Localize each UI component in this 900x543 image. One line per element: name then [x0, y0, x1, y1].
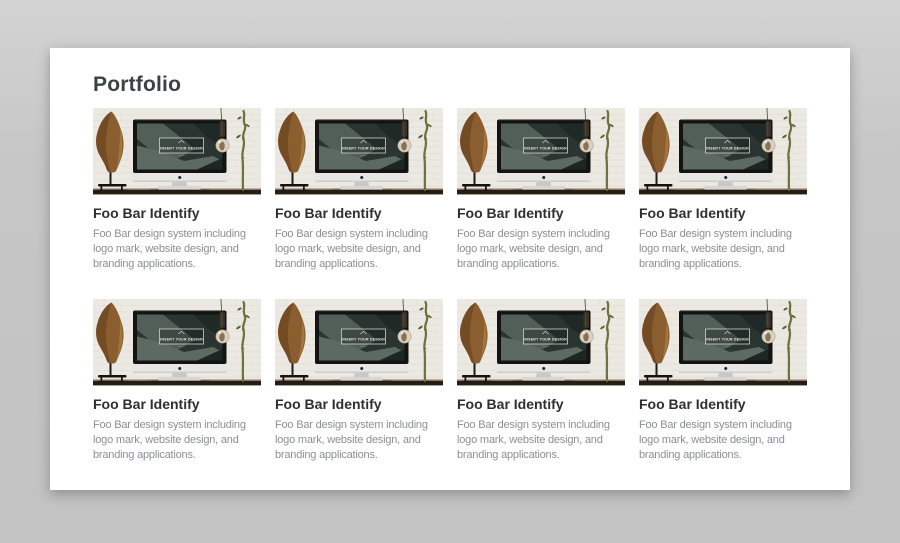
mockup-screen-text: INSERT YOUR DESIGN	[342, 146, 385, 150]
portfolio-item-title: Foo Bar Identify	[457, 395, 625, 413]
imac-chin	[497, 364, 591, 373]
apple-logo-icon	[724, 176, 727, 179]
imac-chin	[315, 173, 409, 182]
portfolio-thumbnail[interactable]: INSERT YOUR DESIGN	[457, 108, 625, 195]
portfolio-item-title: Foo Bar Identify	[275, 395, 443, 413]
screen-text-frame: INSERT YOUR DESIGN	[160, 138, 204, 156]
screen-text-frame: INSERT YOUR DESIGN	[706, 138, 750, 156]
portfolio-card[interactable]: INSERT YOUR DESIGN	[639, 108, 807, 272]
portfolio-item-title: Foo Bar Identify	[275, 204, 443, 222]
imac-computer: INSERT YOUR DESIGN	[315, 311, 409, 383]
apple-logo-icon	[360, 367, 363, 370]
portfolio-thumbnail[interactable]: INSERT YOUR DESIGN	[457, 299, 625, 386]
imac-desk-mockup-image: INSERT YOUR DESIGN	[639, 108, 807, 195]
portfolio-item-description: Foo Bar design system including logo mar…	[457, 418, 625, 463]
imac-computer: INSERT YOUR DESIGN	[679, 120, 773, 192]
apple-logo-icon	[178, 176, 181, 179]
portfolio-grid: INSERT YOUR DESIGN	[93, 108, 807, 463]
imac-computer: INSERT YOUR DESIGN	[679, 311, 773, 383]
apple-logo-icon	[542, 176, 545, 179]
portfolio-item-title: Foo Bar Identify	[93, 204, 261, 222]
screen-text-frame: INSERT YOUR DESIGN	[160, 329, 204, 347]
screen-text-frame: INSERT YOUR DESIGN	[524, 329, 568, 347]
portfolio-card[interactable]: INSERT YOUR DESIGN	[457, 299, 625, 463]
portfolio-item-title: Foo Bar Identify	[93, 395, 261, 413]
imac-desk-mockup-image: INSERT YOUR DESIGN	[639, 299, 807, 386]
imac-chin	[679, 173, 773, 182]
apple-logo-icon	[178, 367, 181, 370]
apple-logo-icon	[542, 367, 545, 370]
imac-desk-mockup-image: INSERT YOUR DESIGN	[457, 299, 625, 386]
portfolio-thumbnail[interactable]: INSERT YOUR DESIGN	[93, 299, 261, 386]
screen-text-frame: INSERT YOUR DESIGN	[342, 138, 386, 156]
imac-desk-mockup-image: INSERT YOUR DESIGN	[457, 108, 625, 195]
portfolio-item-title: Foo Bar Identify	[457, 204, 625, 222]
apple-logo-icon	[724, 367, 727, 370]
portfolio-thumbnail[interactable]: INSERT YOUR DESIGN	[275, 108, 443, 195]
mockup-screen-text: INSERT YOUR DESIGN	[524, 146, 567, 150]
imac-desk-mockup-image: INSERT YOUR DESIGN	[275, 299, 443, 386]
imac-computer: INSERT YOUR DESIGN	[315, 120, 409, 192]
portfolio-item-description: Foo Bar design system including logo mar…	[639, 418, 807, 463]
imac-computer: INSERT YOUR DESIGN	[133, 120, 227, 192]
portfolio-thumbnail[interactable]: INSERT YOUR DESIGN	[639, 299, 807, 386]
portfolio-card[interactable]: INSERT YOUR DESIGN	[639, 299, 807, 463]
portfolio-item-description: Foo Bar design system including logo mar…	[275, 227, 443, 272]
imac-chin	[315, 364, 409, 373]
portfolio-item-description: Foo Bar design system including logo mar…	[457, 227, 625, 272]
screen-text-frame: INSERT YOUR DESIGN	[524, 138, 568, 156]
portfolio-item-title: Foo Bar Identify	[639, 204, 807, 222]
imac-computer: INSERT YOUR DESIGN	[497, 120, 591, 192]
portfolio-card[interactable]: INSERT YOUR DESIGN	[457, 108, 625, 272]
imac-desk-mockup-image: INSERT YOUR DESIGN	[93, 299, 261, 386]
portfolio-thumbnail[interactable]: INSERT YOUR DESIGN	[275, 299, 443, 386]
portfolio-card[interactable]: INSERT YOUR DESIGN	[275, 108, 443, 272]
imac-chin	[679, 364, 773, 373]
page-title: Portfolio	[93, 74, 807, 96]
portfolio-item-description: Foo Bar design system including logo mar…	[275, 418, 443, 463]
portfolio-item-description: Foo Bar design system including logo mar…	[93, 418, 261, 463]
imac-computer: INSERT YOUR DESIGN	[497, 311, 591, 383]
mockup-screen-text: INSERT YOUR DESIGN	[524, 337, 567, 341]
portfolio-card[interactable]: INSERT YOUR DESIGN	[93, 299, 261, 463]
mockup-screen-text: INSERT YOUR DESIGN	[160, 337, 203, 341]
portfolio-thumbnail[interactable]: INSERT YOUR DESIGN	[639, 108, 807, 195]
imac-desk-mockup-image: INSERT YOUR DESIGN	[275, 108, 443, 195]
portfolio-item-title: Foo Bar Identify	[639, 395, 807, 413]
imac-chin	[133, 173, 227, 182]
imac-desk-mockup-image: INSERT YOUR DESIGN	[93, 108, 261, 195]
portfolio-card[interactable]: INSERT YOUR DESIGN	[275, 299, 443, 463]
screen-text-frame: INSERT YOUR DESIGN	[706, 329, 750, 347]
imac-computer: INSERT YOUR DESIGN	[133, 311, 227, 383]
imac-chin	[497, 173, 591, 182]
portfolio-item-description: Foo Bar design system including logo mar…	[639, 227, 807, 272]
mockup-screen-text: INSERT YOUR DESIGN	[342, 337, 385, 341]
mockup-screen-text: INSERT YOUR DESIGN	[160, 146, 203, 150]
screen-text-frame: INSERT YOUR DESIGN	[342, 329, 386, 347]
content-panel: Portfolio	[50, 48, 850, 490]
portfolio-item-description: Foo Bar design system including logo mar…	[93, 227, 261, 272]
imac-chin	[133, 364, 227, 373]
portfolio-card[interactable]: INSERT YOUR DESIGN	[93, 108, 261, 272]
mockup-screen-text: INSERT YOUR DESIGN	[706, 337, 749, 341]
portfolio-thumbnail[interactable]: INSERT YOUR DESIGN	[93, 108, 261, 195]
apple-logo-icon	[360, 176, 363, 179]
mockup-screen-text: INSERT YOUR DESIGN	[706, 146, 749, 150]
